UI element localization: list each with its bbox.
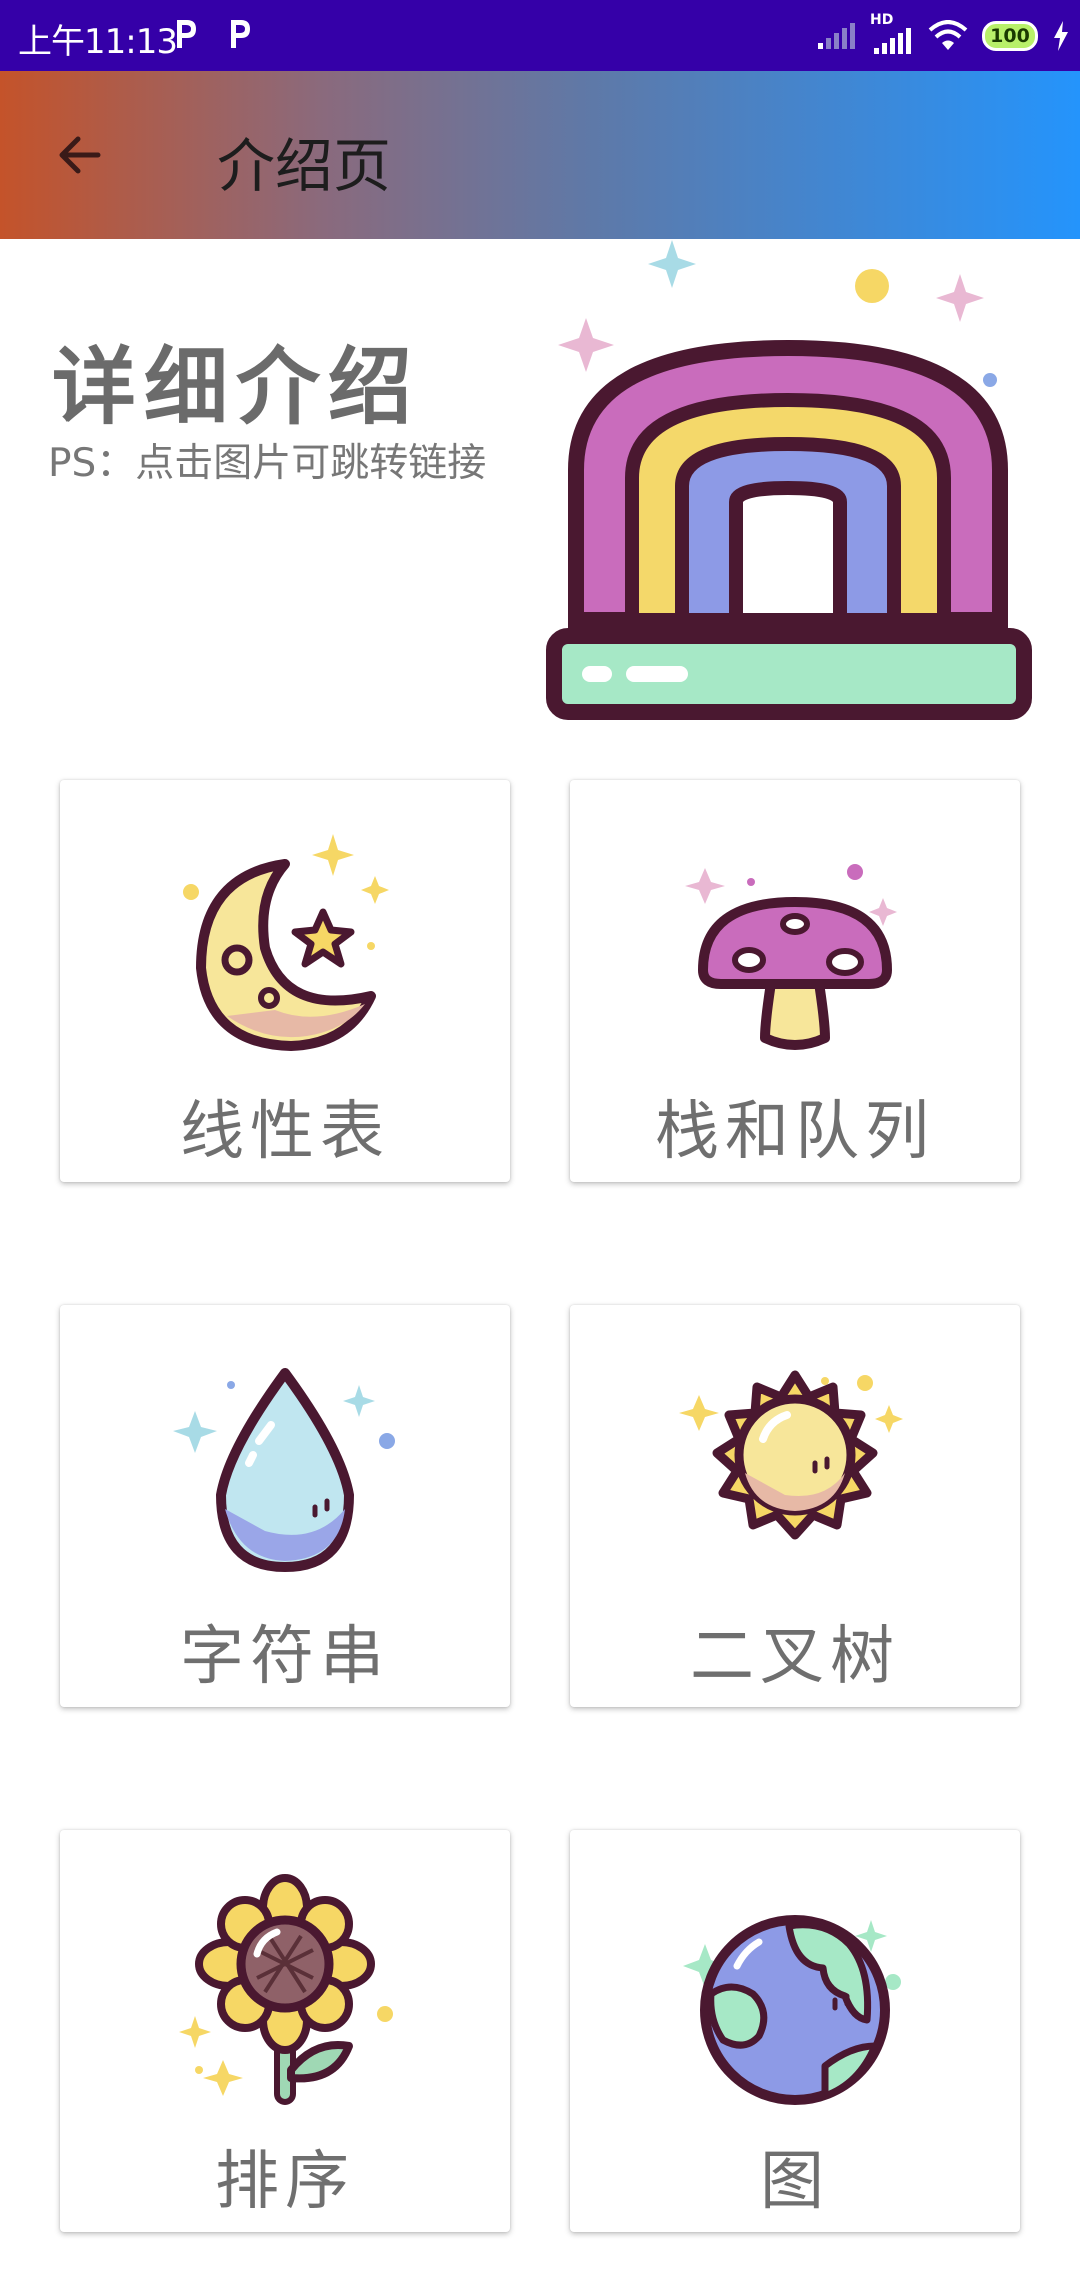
card-stack-queue[interactable]: 栈和队列 — [570, 780, 1020, 1182]
status-icons: HD 100 — [816, 10, 1070, 62]
app-bar: 介绍页 — [0, 71, 1080, 239]
card-binary-tree[interactable]: 二叉树 — [570, 1305, 1020, 1707]
water-drop-icon — [173, 1368, 395, 1572]
intro-subtitle: PS：点击图片可跳转链接 — [48, 441, 487, 486]
card-label: 图 — [760, 2145, 830, 2219]
mushroom-icon — [685, 864, 897, 1050]
card-label: 排序 — [215, 2145, 355, 2219]
signal-weak-icon — [818, 23, 855, 49]
card-string[interactable]: 字符串 — [60, 1305, 510, 1707]
globe-icon — [683, 1915, 901, 2105]
card-label: 栈和队列 — [655, 1095, 935, 1169]
parking-notification-icon-2 — [231, 20, 250, 48]
parking-notification-icon — [177, 20, 196, 48]
status-bar: 上午11:13 HD 100 — [0, 0, 1080, 71]
wifi-icon — [928, 20, 968, 50]
card-label: 字符串 — [180, 1620, 390, 1694]
sunflower-icon — [179, 1874, 393, 2105]
back-arrow-icon[interactable] — [52, 127, 108, 183]
card-linear-list[interactable]: 线性表 — [60, 780, 510, 1182]
card-label: 线性表 — [180, 1095, 390, 1169]
rainbow-icon[interactable] — [530, 230, 1050, 730]
card-label: 二叉树 — [690, 1620, 900, 1694]
signal-hd-icon: HD — [870, 12, 914, 56]
intro-title: 详细介绍 — [52, 337, 421, 436]
page-title: 介绍页 — [217, 132, 392, 200]
card-sorting[interactable]: 排序 — [60, 1830, 510, 2232]
card-graph[interactable]: 图 — [570, 1830, 1020, 2232]
sun-icon — [679, 1370, 903, 1540]
charging-icon — [1054, 21, 1068, 51]
status-time: 上午11:13 — [18, 22, 178, 62]
battery-indicator: 100 — [982, 21, 1038, 51]
moon-icon — [183, 834, 389, 1051]
